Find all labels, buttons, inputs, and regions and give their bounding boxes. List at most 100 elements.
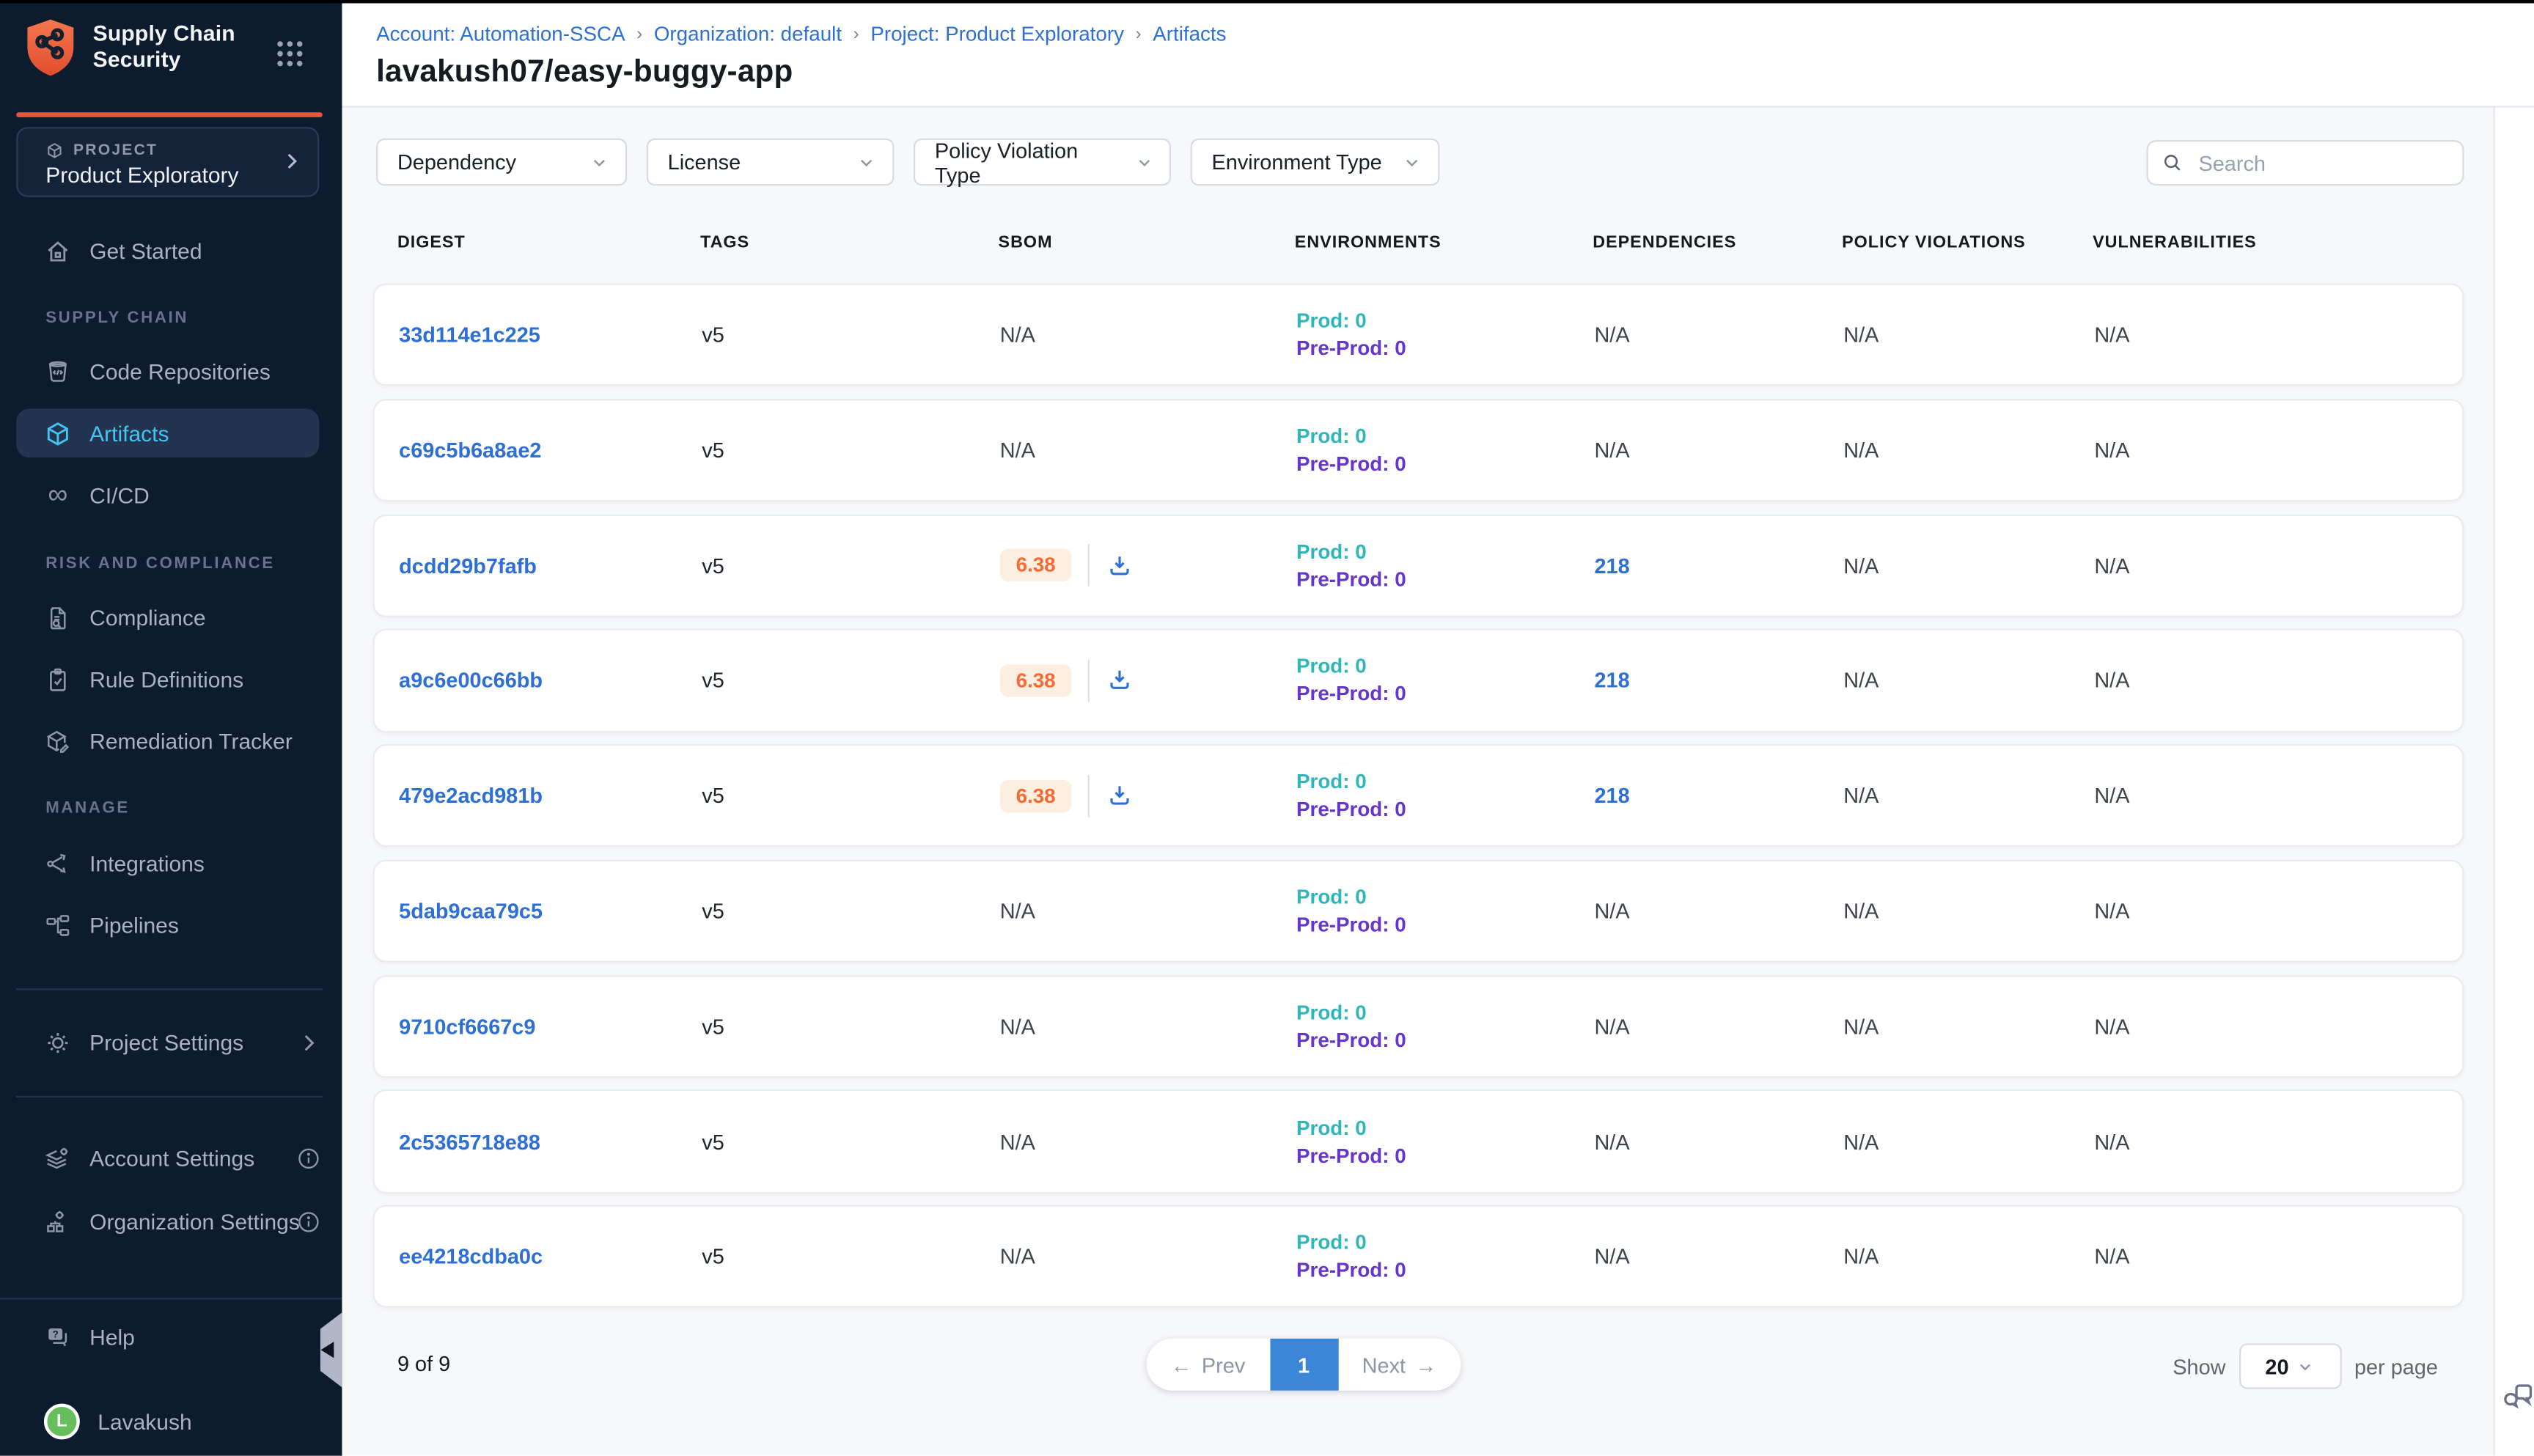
sbom-value: N/A xyxy=(1000,1014,1296,1038)
download-sbom-icon[interactable] xyxy=(1106,782,1134,810)
app-switcher-grid-icon[interactable] xyxy=(275,39,304,68)
sidebar-item-rule-definitions[interactable]: Rule Definitions xyxy=(0,656,342,702)
digest-link[interactable]: c69c5b6a8ae2 xyxy=(399,438,541,462)
download-sbom-icon[interactable] xyxy=(1106,666,1134,694)
filter-dependency[interactable]: Dependency xyxy=(376,139,627,185)
prod-count: Prod: 0 xyxy=(1296,654,1594,680)
prod-count: Prod: 0 xyxy=(1296,999,1594,1026)
sbom-score-badge: 6.38 xyxy=(1000,779,1072,812)
window-top-edge xyxy=(0,0,2534,3)
col-digest: DIGEST xyxy=(397,233,700,253)
download-sbom-icon[interactable] xyxy=(1106,551,1134,579)
prev-label: Prev xyxy=(1202,1353,1245,1377)
table-row[interactable]: 5dab9caa79c5 v5 N/A Prod: 0Pre-Prod: 0 N… xyxy=(373,860,2464,963)
digest-link[interactable]: 33d114e1c225 xyxy=(399,323,540,347)
sbom-value: N/A xyxy=(1000,323,1296,347)
project-selector[interactable]: PROJECT Product Exploratory xyxy=(16,127,319,197)
sidebar-item-help[interactable]: ? Help xyxy=(0,1314,342,1359)
sbom-value: N/A xyxy=(1000,1245,1296,1269)
sidebar-item-label: Account Settings xyxy=(89,1146,254,1170)
digest-link[interactable]: 479e2acd981b xyxy=(399,784,543,808)
preprod-count: Pre-Prod: 0 xyxy=(1296,1142,1594,1169)
prod-count: Prod: 0 xyxy=(1296,423,1594,449)
sidebar-item-pipelines[interactable]: Pipelines xyxy=(0,902,342,947)
sidebar-item-label: Help xyxy=(89,1325,135,1349)
prev-page-button[interactable]: ←Prev xyxy=(1147,1353,1270,1377)
sidebar-item-organization-settings[interactable]: Organization Settings xyxy=(0,1199,342,1244)
environments-cell: Prod: 0Pre-Prod: 0 xyxy=(1296,538,1594,592)
app-window: Supply Chain Security PROJECT Product Ex… xyxy=(0,0,2534,1456)
sidebar-item-label: Get Started xyxy=(89,238,202,262)
sidebar-item-remediation-tracker[interactable]: Remediation Tracker xyxy=(0,718,342,764)
sidebar-item-code-repositories[interactable]: Code Repositories xyxy=(0,348,342,394)
show-label: Show xyxy=(2173,1354,2225,1378)
filter-policy-violation-type[interactable]: Policy Violation Type xyxy=(914,139,1171,185)
dependencies-value: N/A xyxy=(1594,1245,1843,1269)
filter-license[interactable]: License xyxy=(647,139,895,185)
table-row[interactable]: c69c5b6a8ae2 v5 N/A Prod: 0Pre-Prod: 0 N… xyxy=(373,399,2464,501)
sidebar-item-label: Rule Definitions xyxy=(89,667,243,691)
page-size-select[interactable]: 20 xyxy=(2239,1343,2341,1389)
sidebar-item-project-settings[interactable]: Project Settings xyxy=(0,1019,342,1065)
search-input[interactable] xyxy=(2195,149,2489,177)
breadcrumb-organization[interactable]: Organization: default xyxy=(654,23,842,45)
digest-link[interactable]: 9710cf6667c9 xyxy=(399,1014,535,1038)
next-page-button[interactable]: Next→ xyxy=(1338,1353,1461,1377)
filter-bar: Dependency License Policy Violation Type… xyxy=(376,139,1439,185)
table-header: DIGEST TAGS SBOM ENVIRONMENTS DEPENDENCI… xyxy=(373,233,2464,253)
digest-link[interactable]: 2c5365718e88 xyxy=(399,1129,540,1153)
info-icon[interactable] xyxy=(296,1146,320,1170)
table-row[interactable]: 33d114e1c225 v5 N/A Prod: 0Pre-Prod: 0 N… xyxy=(373,283,2464,386)
breadcrumb-artifacts[interactable]: Artifacts xyxy=(1153,23,1226,45)
breadcrumb-account[interactable]: Account: Automation-SSCA xyxy=(376,23,625,45)
digest-link[interactable]: 5dab9caa79c5 xyxy=(399,899,543,923)
preprod-count: Pre-Prod: 0 xyxy=(1296,1257,1594,1284)
vulnerabilities-value: N/A xyxy=(2094,438,2462,462)
table-row[interactable]: dcdd29b7fafb v5 6.38 Prod: 0Pre-Prod: 0 … xyxy=(373,514,2464,617)
sidebar-item-label: Project Settings xyxy=(89,1030,243,1054)
home-icon xyxy=(44,237,72,265)
tag-value: v5 xyxy=(702,553,999,577)
table-row[interactable]: ee4218cdba0c v5 N/A Prod: 0Pre-Prod: 0 N… xyxy=(373,1205,2464,1308)
collapse-arrow-icon xyxy=(321,1342,334,1358)
dependencies-link[interactable]: 218 xyxy=(1594,553,1629,577)
main-content: Account: Automation-SSCA› Organization: … xyxy=(342,3,2534,1455)
table-row[interactable]: a9c6e00c66bb v5 6.38 Prod: 0Pre-Prod: 0 … xyxy=(373,629,2464,732)
breadcrumb-project[interactable]: Project: Product Exploratory xyxy=(870,23,1124,45)
environments-cell: Prod: 0Pre-Prod: 0 xyxy=(1296,769,1594,823)
sidebar-item-artifacts[interactable]: Artifacts xyxy=(16,408,319,457)
info-icon[interactable] xyxy=(296,1209,320,1233)
vulnerabilities-value: N/A xyxy=(2094,323,2462,347)
user-menu[interactable]: L Lavakush xyxy=(0,1397,342,1446)
policy-violations-value: N/A xyxy=(1843,553,2094,577)
compliance-icon xyxy=(44,603,72,631)
filter-environment-type[interactable]: Environment Type xyxy=(1191,139,1440,185)
table-row[interactable]: 2c5365718e88 v5 N/A Prod: 0Pre-Prod: 0 N… xyxy=(373,1090,2464,1193)
sidebar-item-cicd[interactable]: ∞ CI/CD xyxy=(0,472,342,518)
sbom-value: N/A xyxy=(1000,438,1296,462)
tag-value: v5 xyxy=(702,1014,999,1038)
sidebar-item-account-settings[interactable]: Account Settings xyxy=(0,1135,342,1180)
support-chat-icon[interactable] xyxy=(2502,1379,2534,1413)
digest-link[interactable]: a9c6e00c66bb xyxy=(399,669,543,693)
dependencies-link[interactable]: 218 xyxy=(1594,784,1629,808)
sidebar-item-label: CI/CD xyxy=(89,483,150,507)
tag-value: v5 xyxy=(702,1129,999,1153)
dependencies-link[interactable]: 218 xyxy=(1594,669,1629,693)
sidebar-item-get-started[interactable]: Get Started xyxy=(0,228,342,273)
sidebar-item-compliance[interactable]: Compliance xyxy=(0,595,342,640)
filter-label: Dependency xyxy=(397,150,516,174)
col-tags: TAGS xyxy=(700,233,998,253)
digest-link[interactable]: ee4218cdba0c xyxy=(399,1245,543,1269)
digest-link[interactable]: dcdd29b7fafb xyxy=(399,553,537,577)
sidebar-item-integrations[interactable]: Integrations xyxy=(0,840,342,886)
section-label-supply-chain: SUPPLY CHAIN xyxy=(45,309,188,327)
table-row[interactable]: 479e2acd981b v5 6.38 Prod: 0Pre-Prod: 0 … xyxy=(373,744,2464,847)
page-header: Account: Automation-SSCA› Organization: … xyxy=(342,3,2534,107)
avatar: L xyxy=(44,1404,80,1440)
result-count: 9 of 9 xyxy=(397,1352,450,1376)
table-row[interactable]: 9710cf6667c9 v5 N/A Prod: 0Pre-Prod: 0 N… xyxy=(373,975,2464,1078)
sidebar-item-label: Remediation Tracker xyxy=(89,729,293,753)
current-page-button[interactable]: 1 xyxy=(1269,1339,1337,1391)
dependencies-value: N/A xyxy=(1594,1129,1843,1153)
